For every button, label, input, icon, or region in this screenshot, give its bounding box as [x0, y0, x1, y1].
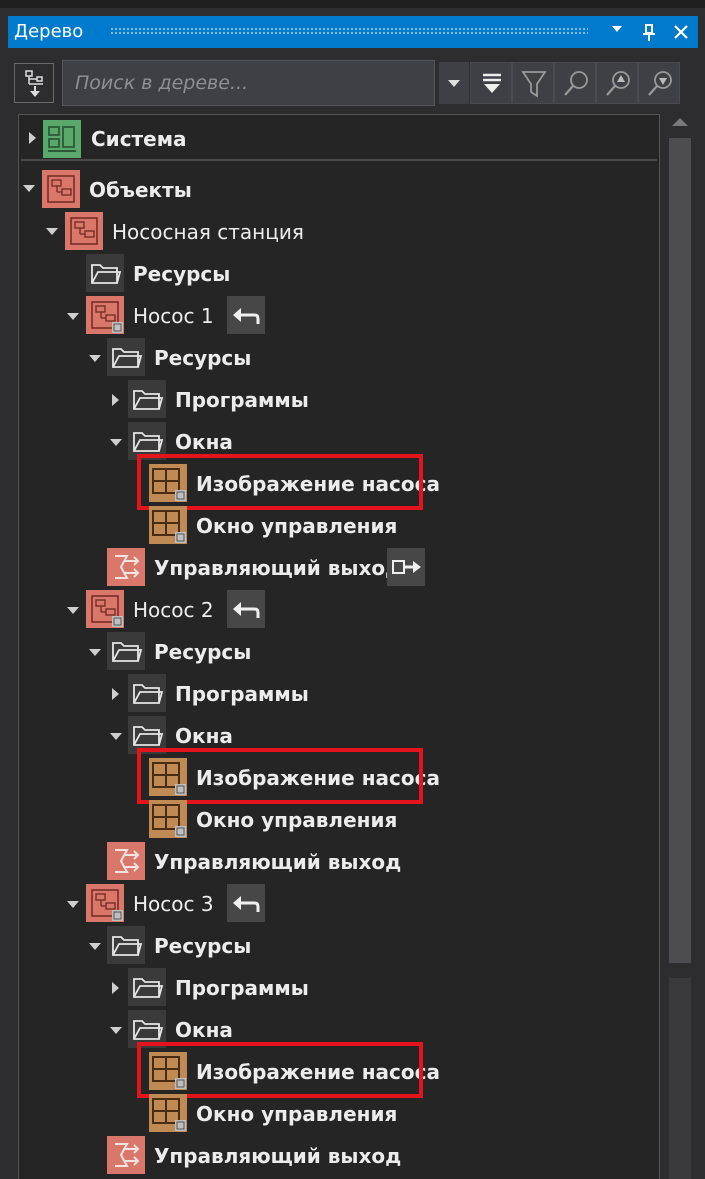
search-button[interactable]	[554, 62, 596, 104]
tree-item-resources[interactable]: Ресурсы	[154, 346, 251, 370]
output-icon	[107, 1136, 145, 1174]
close-icon	[674, 25, 688, 39]
chevron-down-icon	[612, 26, 622, 32]
window-menu-button[interactable]	[604, 18, 630, 46]
object-icon	[86, 590, 124, 628]
folder-icon	[107, 338, 145, 376]
tree-item-control-window[interactable]: Окно управления	[196, 808, 397, 832]
scroll-track[interactable]	[669, 978, 691, 1179]
collapse-all-icon	[483, 73, 501, 93]
tree-item-pump3[interactable]: Нococ 3	[133, 892, 214, 916]
collapse-arrow-icon[interactable]	[23, 185, 35, 192]
collapse-arrow-icon[interactable]	[110, 439, 122, 446]
object-icon	[86, 296, 124, 334]
close-button[interactable]	[668, 18, 694, 46]
folder-icon	[128, 674, 166, 712]
titlebar-grip[interactable]	[110, 27, 588, 36]
tree-item-programs[interactable]: Программы	[175, 976, 309, 1000]
collapse-arrow-icon[interactable]	[89, 649, 101, 656]
output-arrow-icon	[392, 560, 421, 574]
tree-structure-icon	[25, 70, 43, 97]
tree-item-resources[interactable]: Ресурсы	[154, 640, 251, 664]
tree-item-control-output[interactable]: Управляющий выход	[154, 556, 401, 580]
chevron-down-icon	[448, 80, 460, 87]
tree-toolbar	[8, 56, 698, 110]
expand-arrow-icon[interactable]	[29, 132, 36, 144]
system-icon	[43, 120, 81, 158]
tree-item-label: Система	[91, 127, 187, 151]
find-previous-icon	[606, 71, 630, 96]
folder-icon	[128, 380, 166, 418]
tree-item-resources[interactable]: Ресурсы	[133, 262, 230, 286]
find-previous-button[interactable]	[596, 62, 638, 104]
object-icon	[65, 212, 103, 250]
tree-item-system[interactable]: Система	[21, 117, 657, 161]
tree-item-pump2[interactable]: Нococ 2	[133, 598, 214, 622]
scroll-up-icon[interactable]	[672, 118, 688, 126]
tree-item-station[interactable]: Нососная станция	[112, 220, 304, 244]
top-edge	[0, 0, 705, 8]
folder-icon	[86, 254, 124, 292]
highlight-box	[137, 1042, 423, 1098]
find-next-button[interactable]	[638, 62, 680, 104]
output-link-button[interactable]	[387, 548, 425, 586]
folder-icon	[107, 632, 145, 670]
tree-item-programs[interactable]: Программы	[175, 388, 309, 412]
tree-item-windows[interactable]: Окна	[175, 1018, 233, 1042]
folder-icon	[128, 968, 166, 1006]
search-dropdown-button[interactable]	[439, 62, 469, 104]
collapse-arrow-icon[interactable]	[89, 943, 101, 950]
undo-button[interactable]	[227, 884, 265, 922]
tree-item-windows[interactable]: Окна	[175, 724, 233, 748]
collapse-arrow-icon[interactable]	[110, 1027, 122, 1034]
collapse-arrow-icon[interactable]	[89, 355, 101, 362]
undo-arrow-icon	[233, 308, 260, 324]
object-icon	[86, 884, 124, 922]
tree-item-control-window[interactable]: Окно управления	[196, 514, 397, 538]
tree-search-input[interactable]	[62, 60, 435, 106]
panel-title: Дерево	[14, 21, 84, 42]
tree-item-control-window[interactable]: Окно управления	[196, 1102, 397, 1126]
expand-arrow-icon[interactable]	[112, 982, 119, 994]
output-icon	[107, 842, 145, 880]
tree-item-objects[interactable]: Объекты	[89, 178, 192, 202]
expand-arrow-icon[interactable]	[112, 394, 119, 406]
vertical-scrollbar[interactable]	[664, 108, 698, 1179]
undo-arrow-icon	[233, 896, 260, 912]
filter-button[interactable]	[512, 62, 554, 104]
search-icon	[564, 71, 588, 96]
expand-arrow-icon[interactable]	[112, 688, 119, 700]
undo-button[interactable]	[227, 590, 265, 628]
tree-structure-button[interactable]	[14, 63, 54, 103]
window-icon	[149, 800, 187, 838]
collapse-arrow-icon[interactable]	[67, 607, 79, 614]
tree-item-resources[interactable]: Ресурсы	[154, 934, 251, 958]
undo-button[interactable]	[227, 296, 265, 334]
tree-item-programs[interactable]: Программы	[175, 682, 309, 706]
collapse-arrow-icon[interactable]	[110, 733, 122, 740]
pin-icon	[643, 24, 655, 41]
window-icon	[149, 1094, 187, 1132]
object-icon	[42, 170, 80, 208]
tree-item-windows[interactable]: Окна	[175, 430, 233, 454]
tree-item-control-output[interactable]: Управляющий выход	[154, 850, 401, 874]
filter-icon	[521, 71, 547, 98]
collapse-arrow-icon[interactable]	[46, 228, 58, 235]
tree-item-control-output[interactable]: Управляющий выход	[154, 1144, 401, 1168]
undo-arrow-icon	[233, 602, 260, 618]
output-icon	[107, 548, 145, 586]
folder-icon	[107, 926, 145, 964]
window-icon	[149, 506, 187, 544]
collapse-arrow-icon[interactable]	[67, 901, 79, 908]
panel-titlebar[interactable]: Дерево	[8, 16, 698, 48]
find-next-icon	[648, 71, 672, 96]
collapse-arrow-icon[interactable]	[67, 313, 79, 320]
highlight-box	[137, 454, 423, 510]
scroll-thumb[interactable]	[669, 138, 691, 963]
collapse-all-button[interactable]	[470, 62, 512, 104]
pin-button[interactable]	[636, 18, 662, 46]
highlight-box	[137, 748, 423, 804]
tree-item-pump1[interactable]: Нococ 1	[133, 304, 214, 328]
